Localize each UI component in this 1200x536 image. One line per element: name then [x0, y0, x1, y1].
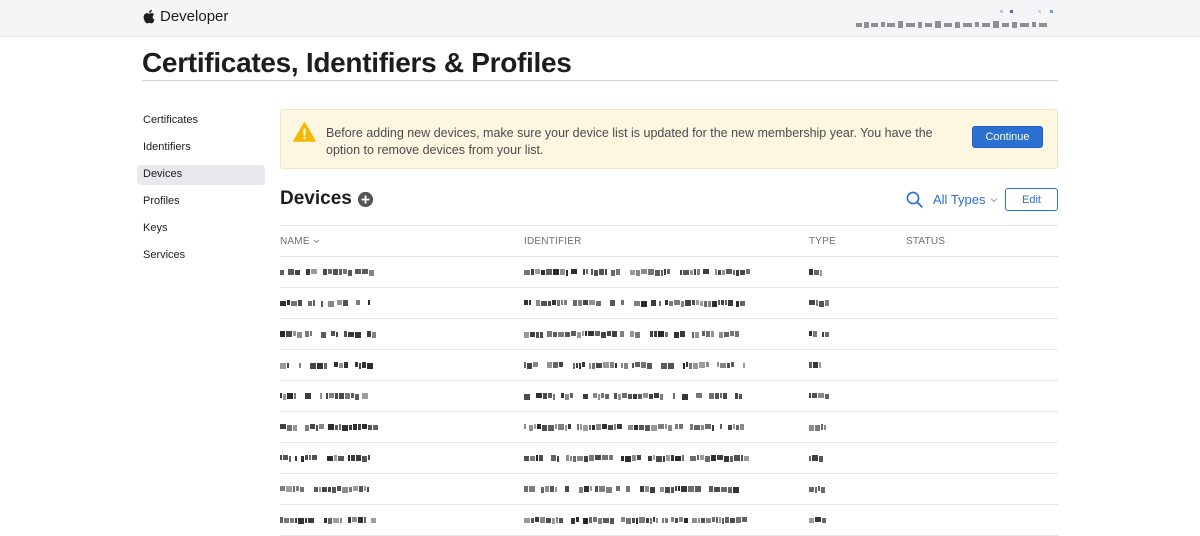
devices-table: NAME IDENTIFIER TYPE STATUS — [280, 225, 1058, 536]
table-row[interactable] — [280, 474, 1058, 505]
table-row[interactable] — [280, 381, 1058, 412]
column-header-status[interactable]: STATUS — [906, 236, 945, 247]
device-name-redacted — [280, 455, 370, 462]
sidebar-item-keys[interactable]: Keys — [137, 219, 265, 239]
device-name-redacted — [280, 393, 368, 400]
page-title: Certificates, Identifiers & Profiles — [142, 47, 572, 78]
add-device-button[interactable] — [357, 191, 373, 207]
brand-label: Developer — [160, 8, 229, 25]
table-row[interactable] — [280, 257, 1058, 288]
account-menu-icon[interactable] — [1000, 9, 1060, 15]
membership-notice-banner: Before adding new devices, make sure you… — [280, 109, 1058, 169]
table-row[interactable] — [280, 412, 1058, 443]
title-divider — [142, 80, 1058, 81]
notice-message: Before adding new devices, make sure you… — [326, 126, 933, 157]
devices-header: Devices — [280, 188, 373, 210]
plus-circle-icon — [357, 191, 373, 207]
column-header-identifier[interactable]: IDENTIFIER — [524, 236, 582, 247]
device-name-redacted — [280, 424, 378, 431]
device-type-redacted — [809, 455, 823, 462]
table-header: NAME IDENTIFIER TYPE STATUS — [280, 225, 1058, 257]
device-name-redacted — [280, 486, 369, 493]
edit-button[interactable]: Edit — [1005, 188, 1058, 211]
device-type-redacted — [809, 517, 826, 523]
device-name-redacted — [280, 362, 373, 369]
device-identifier-redacted — [524, 393, 742, 400]
device-name-redacted — [280, 517, 376, 524]
devices-title: Devices — [280, 188, 352, 209]
account-name-redacted[interactable] — [856, 20, 1050, 30]
sidebar-item-profiles[interactable]: Profiles — [137, 192, 265, 212]
device-identifier-redacted — [524, 424, 744, 431]
device-identifier-redacted — [524, 331, 739, 338]
column-name-label: NAME — [280, 236, 310, 247]
search-button[interactable] — [906, 191, 923, 213]
sidebar: Certificates Identifiers Devices Profile… — [137, 111, 265, 273]
continue-button[interactable]: Continue — [972, 126, 1043, 148]
sidebar-item-services[interactable]: Services — [137, 246, 265, 266]
sort-descending-icon — [313, 239, 320, 244]
sidebar-item-devices[interactable]: Devices — [137, 165, 265, 185]
chevron-down-icon — [990, 197, 997, 202]
device-identifier-redacted — [524, 486, 739, 493]
column-header-type[interactable]: TYPE — [809, 236, 836, 247]
device-identifier-redacted — [524, 362, 745, 369]
device-name-redacted — [280, 300, 370, 307]
device-name-redacted — [280, 269, 374, 276]
device-identifier-redacted — [524, 300, 745, 307]
device-type-redacted — [809, 331, 829, 337]
global-nav: Developer — [0, 0, 1200, 37]
type-filter-label: All Types — [933, 192, 986, 207]
table-row[interactable] — [280, 443, 1058, 474]
device-identifier-redacted — [524, 269, 750, 276]
developer-home-link[interactable]: Developer — [142, 8, 228, 25]
device-type-redacted — [809, 269, 822, 276]
device-type-redacted — [809, 424, 826, 431]
column-header-name[interactable]: NAME — [280, 236, 320, 247]
sidebar-item-certificates[interactable]: Certificates — [137, 111, 265, 131]
device-identifier-redacted — [524, 455, 749, 462]
device-type-redacted — [809, 300, 829, 307]
table-row[interactable] — [280, 319, 1058, 350]
sidebar-item-identifiers[interactable]: Identifiers — [137, 138, 265, 158]
apple-logo-icon — [143, 9, 155, 24]
device-identifier-redacted — [524, 517, 747, 524]
device-type-redacted — [809, 486, 825, 493]
table-row[interactable] — [280, 288, 1058, 319]
table-row[interactable] — [280, 350, 1058, 381]
device-name-redacted — [280, 331, 376, 338]
warning-triangle-icon — [293, 122, 316, 142]
device-type-redacted — [809, 362, 821, 368]
search-icon — [906, 191, 923, 208]
device-type-redacted — [809, 393, 829, 399]
device-type-filter[interactable]: All Types — [933, 192, 998, 207]
table-row[interactable] — [280, 505, 1058, 536]
table-body — [280, 257, 1058, 536]
